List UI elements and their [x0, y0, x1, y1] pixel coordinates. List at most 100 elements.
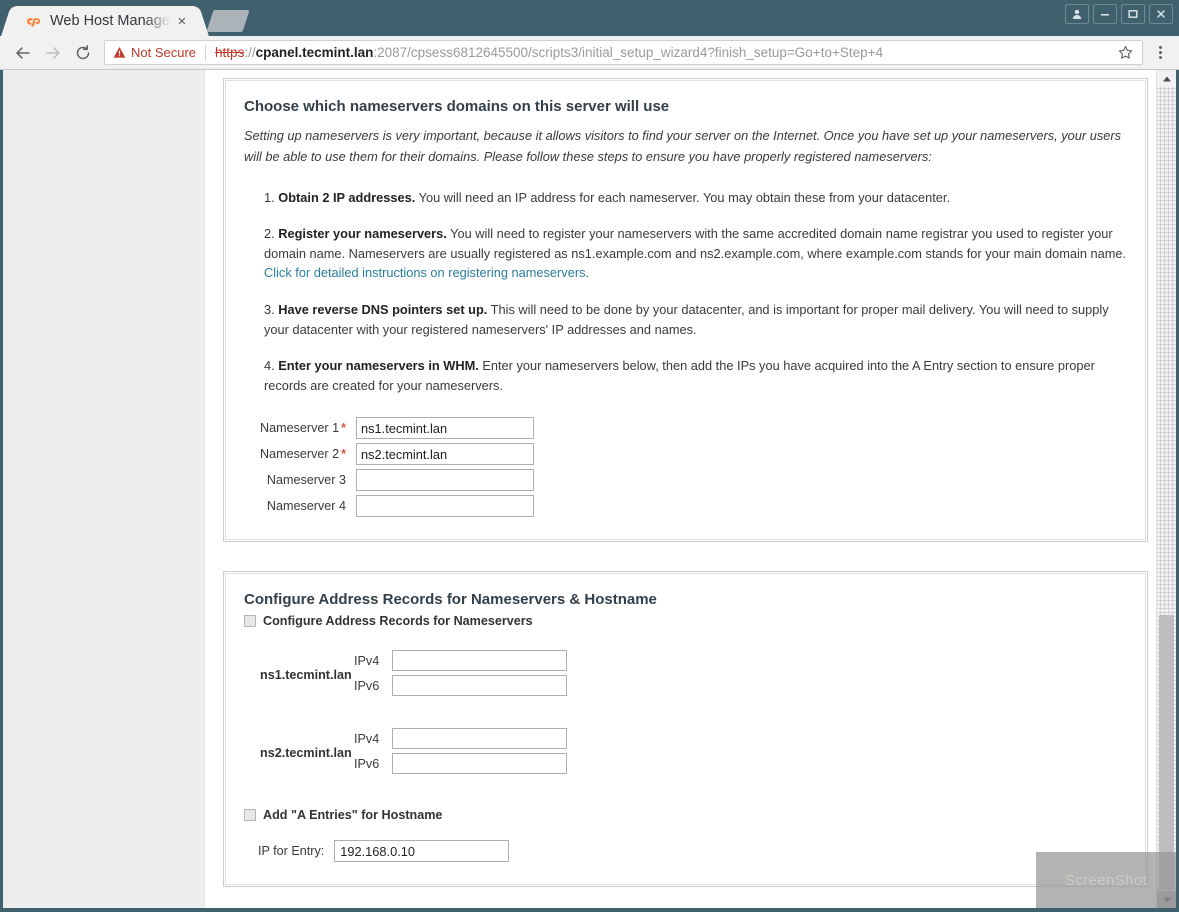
step-number: 3. [264, 302, 275, 317]
ns1-ipv6-row: IPv6 [354, 675, 567, 697]
nameserver-2-label: Nameserver 2 * [254, 447, 346, 461]
nameserver-3-row: Nameserver 3 [254, 469, 1127, 492]
address-bar[interactable]: Not Secure https://cpanel.tecmint.lan:20… [104, 40, 1143, 65]
configure-address-records-checkbox-row[interactable]: Configure Address Records for Nameserver… [244, 614, 1127, 628]
kebab-menu-icon[interactable] [1149, 46, 1171, 59]
page-scrollbar[interactable] [1156, 70, 1176, 908]
screenshot-watermark: ScreenShot [1036, 852, 1176, 908]
ns2-ipv4-row: IPv4 [354, 728, 567, 750]
step-bold: Enter your nameservers in WHM. [278, 358, 479, 374]
minimize-button[interactable] [1093, 4, 1117, 24]
nameservers-panel-title: Choose which nameservers domains on this… [244, 98, 670, 115]
reload-button[interactable] [70, 40, 96, 66]
warning-triangle-icon [113, 47, 126, 58]
url-path: :2087/cpsess6812645500/scripts3/initial_… [373, 45, 883, 60]
ns2-ipv6-input[interactable] [392, 753, 567, 775]
ns2-ipv6-label: IPv6 [354, 756, 380, 771]
ns1-ipv6-input[interactable] [392, 675, 567, 697]
step-item: 4. Enter your nameservers in WHM. Enter … [264, 356, 1127, 395]
tab-title: Web Host Manage [50, 13, 170, 29]
configure-address-records-checkbox[interactable] [244, 615, 256, 628]
hostname-entries-block: Add "A Entries" for Hostname IP for Entr… [244, 808, 1127, 863]
nameserver-3-input[interactable] [356, 469, 534, 492]
nameserver-4-row: Nameserver 4 [254, 495, 1127, 518]
url-host: cpanel.tecmint.lan [255, 45, 374, 60]
window-controls [1065, 4, 1173, 24]
nameservers-panel: Choose which nameservers domains on this… [223, 78, 1148, 543]
nameserver-2-label-text: Nameserver 2 [260, 447, 340, 462]
omnibox-divider [205, 44, 207, 61]
ns2-ipv4-input[interactable] [392, 728, 567, 750]
scrollbar-up-arrow-icon[interactable] [1157, 70, 1176, 87]
forward-button[interactable] [40, 40, 66, 66]
ns2-address-record-group: ns2.tecmint.lan IPv4 IPv6 [244, 728, 1127, 778]
nameserver-2-row: Nameserver 2 * [254, 443, 1127, 466]
page-viewport: Choose which nameservers domains on this… [0, 70, 1179, 912]
configure-address-records-label: Configure Address Records for Nameserver… [263, 614, 533, 629]
nameserver-1-label: Nameserver 1 * [254, 421, 346, 435]
step-bold: Obtain 2 IP addresses. [278, 189, 416, 205]
address-records-panel-title: Configure Address Records for Nameserver… [244, 591, 657, 609]
ns2-ipv4-label: IPv4 [354, 731, 380, 746]
star-icon[interactable] [1114, 45, 1136, 60]
new-tab-button[interactable] [206, 10, 250, 32]
step-item: 1. Obtain 2 IP addresses. You will need … [264, 188, 1127, 208]
step-bold: Register your nameservers. [278, 226, 447, 242]
step-item: 3. Have reverse DNS pointers set up. Thi… [264, 300, 1127, 339]
add-a-entries-label: Add "A Entries" for Hostname [263, 808, 443, 823]
nameserver-2-input[interactable] [356, 443, 534, 466]
not-secure-label: Not Secure [131, 45, 197, 60]
nameserver-fields: Nameserver 1* Nameserver 2* Nameserver 3 [254, 417, 1127, 518]
ip-for-entry-label: IP for Entry: [258, 844, 325, 859]
step-bold: Have reverse DNS pointers set up. [278, 302, 488, 317]
tab-close-icon[interactable]: × [174, 13, 190, 29]
ns1-ipv6-label: IPv6 [354, 678, 380, 693]
url-scheme-sep: :// [244, 45, 256, 60]
url-text: https://cpanel.tecmint.lan:2087/cpsess68… [215, 45, 1114, 60]
profile-button[interactable] [1065, 4, 1089, 24]
nameservers-intro-text: Setting up nameservers is very important… [244, 128, 1121, 164]
add-a-entries-checkbox[interactable] [244, 809, 256, 822]
browser-titlebar: Web Host Manage × [0, 0, 1179, 36]
required-marker: * [341, 447, 346, 462]
nameserver-3-label: Nameserver 3 [266, 473, 346, 488]
ns1-ipv4-label: IPv4 [354, 653, 380, 668]
browser-tab[interactable]: Web Host Manage × [12, 6, 198, 36]
ns1-record-name: ns1.tecmint.lan [260, 668, 352, 683]
ns1-ip-rows: IPv4 IPv6 [354, 650, 567, 700]
required-marker: * [341, 421, 346, 436]
ip-for-entry-input[interactable] [334, 840, 510, 863]
scrollbar-thumb[interactable] [1159, 615, 1174, 890]
close-button[interactable] [1149, 4, 1173, 24]
browser-toolbar: Not Secure https://cpanel.tecmint.lan:20… [0, 36, 1179, 70]
page-left-gutter [3, 70, 205, 908]
nameserver-4-input[interactable] [356, 495, 534, 518]
step-text: You will need an IP address for each nam… [415, 189, 951, 205]
ns1-ipv4-row: IPv4 [354, 650, 567, 672]
nameserver-1-input[interactable] [356, 417, 534, 440]
ns2-record-name: ns2.tecmint.lan [260, 746, 352, 761]
not-secure-indicator[interactable]: Not Secure [113, 45, 196, 60]
step-number: 2. [264, 226, 275, 242]
maximize-button[interactable] [1121, 4, 1145, 24]
nameserver-1-row: Nameserver 1 * [254, 417, 1127, 440]
ns2-ip-rows: IPv4 IPv6 [354, 728, 567, 778]
register-nameservers-link[interactable]: Click for detailed instructions on regis… [264, 265, 585, 280]
back-button[interactable] [10, 40, 36, 66]
ns1-address-record-group: ns1.tecmint.lan IPv4 IPv6 [244, 650, 1127, 700]
cp-logo-icon [26, 13, 43, 30]
step-number: 1. [264, 189, 275, 205]
nameserver-4-label: Nameserver 4 [266, 499, 346, 514]
nameserver-1-label-text: Nameserver 1 [260, 421, 340, 436]
add-a-entries-checkbox-row[interactable]: Add "A Entries" for Hostname [244, 808, 1127, 822]
step-number: 4. [264, 358, 275, 374]
page-content: Choose which nameservers domains on this… [205, 70, 1156, 908]
step-tail: . [585, 265, 590, 281]
address-records-panel: Configure Address Records for Nameserver… [223, 571, 1148, 888]
browser-window: Web Host Manage × Not Secure https://cpa… [0, 0, 1179, 912]
ip-for-entry-row: IP for Entry: [258, 840, 1127, 863]
tab-strip: Web Host Manage × [0, 0, 250, 36]
ns1-ipv4-input[interactable] [392, 650, 567, 672]
nameservers-steps-list: 1. Obtain 2 IP addresses. You will need … [264, 188, 1127, 396]
url-scheme: https [215, 45, 245, 60]
